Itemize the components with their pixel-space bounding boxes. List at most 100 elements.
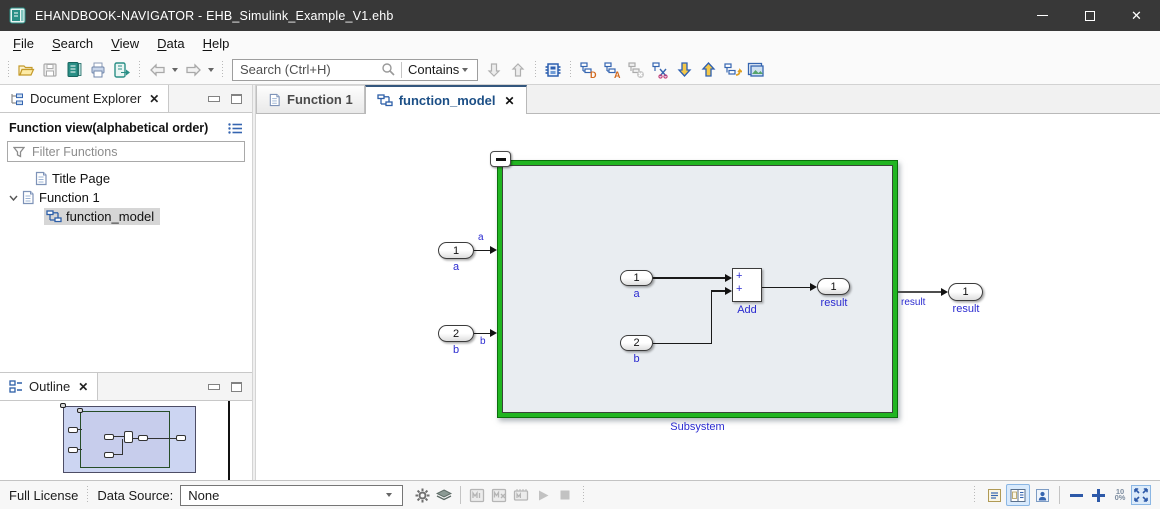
maximize-button[interactable]: [1066, 0, 1113, 31]
cut-branch-button[interactable]: [648, 58, 672, 82]
nav-forward-button[interactable]: [181, 58, 205, 82]
outline-title: Outline: [29, 379, 70, 394]
person-view-button[interactable]: [1030, 484, 1054, 506]
dataset-button[interactable]: [433, 484, 455, 506]
close-icon[interactable]: ✕: [78, 380, 88, 394]
next-match-button[interactable]: [482, 58, 506, 82]
collapse-all-button[interactable]: [624, 58, 648, 82]
signal-wire: [653, 277, 726, 279]
outline-thumbnail[interactable]: [0, 401, 252, 480]
zoom-out-button[interactable]: [1065, 484, 1087, 506]
tab-function-model[interactable]: function_model ✕: [365, 85, 527, 114]
split-view-button[interactable]: [1006, 484, 1030, 506]
tree-item-title-page[interactable]: Title Page: [0, 169, 252, 188]
print-button[interactable]: [86, 58, 110, 82]
inner-outport-block-result[interactable]: 1: [817, 278, 850, 295]
export-button[interactable]: [110, 58, 134, 82]
close-icon[interactable]: ✕: [149, 92, 159, 106]
open-icon: [17, 61, 35, 79]
diagram-canvas[interactable]: Subsystem 1 a a 2 b b 1 a 2: [256, 114, 1160, 480]
stop-button[interactable]: [554, 484, 576, 506]
tab-outline[interactable]: Outline ✕: [0, 373, 98, 400]
ram-button[interactable]: [510, 484, 532, 506]
outport-block-result[interactable]: 1: [948, 283, 983, 301]
license-status: Full License: [9, 488, 78, 503]
collapse-subsystem-button[interactable]: [490, 151, 511, 167]
selected-row-highlight: function_model: [44, 208, 160, 225]
thumbnail-viewport-edge: [228, 401, 230, 480]
go-down-button[interactable]: [672, 58, 696, 82]
prev-match-button[interactable]: [506, 58, 530, 82]
minimize-panel-icon[interactable]: [209, 97, 219, 101]
filter-functions-input[interactable]: [30, 144, 239, 160]
thumbnail-wire: [78, 429, 82, 430]
fit-view-button[interactable]: [1131, 485, 1151, 505]
close-icon[interactable]: ✕: [505, 94, 515, 108]
play-button[interactable]: [532, 484, 554, 506]
handbook-button[interactable]: [62, 58, 86, 82]
thumbnail-collapse-icon: [77, 408, 83, 413]
search-input[interactable]: [233, 62, 381, 77]
inport-block-b[interactable]: 2: [438, 325, 474, 342]
expand-all-button[interactable]: A: [600, 58, 624, 82]
maximize-panel-icon[interactable]: [231, 94, 242, 104]
arrowhead-icon: [810, 283, 817, 291]
statusbar-grip: [582, 486, 585, 504]
go-down-icon: [677, 61, 692, 78]
tab-function-1[interactable]: Function 1: [256, 85, 365, 113]
go-up-button[interactable]: [696, 58, 720, 82]
maximize-panel-icon[interactable]: [231, 382, 242, 392]
split-view-icon: [1010, 488, 1026, 503]
nav-forward-dropdown-icon[interactable]: [208, 68, 214, 72]
expand-default-button[interactable]: D: [576, 58, 600, 82]
minimize-button[interactable]: [1019, 0, 1066, 31]
left-column: Document Explorer ✕ Function view(alphab…: [0, 85, 252, 480]
menu-help[interactable]: Help: [194, 33, 239, 54]
menu-search[interactable]: Search: [43, 33, 102, 54]
calibration-remove-button[interactable]: [488, 484, 510, 506]
print-icon: [89, 61, 107, 79]
menu-view[interactable]: View: [102, 33, 148, 54]
document-explorer-panel: Document Explorer ✕ Function view(alphab…: [0, 85, 252, 372]
cut-branch-icon: [651, 61, 670, 79]
screenshot-button[interactable]: [744, 58, 768, 82]
minimize-panel-icon[interactable]: [209, 385, 219, 389]
data-settings-button[interactable]: [411, 484, 433, 506]
close-button[interactable]: ✕: [1113, 0, 1160, 31]
page-view-icon: [987, 488, 1002, 503]
toolbar-grip: [7, 61, 10, 79]
data-source-select[interactable]: None: [180, 485, 403, 506]
prev-match-icon: [511, 62, 525, 78]
tab-document-explorer[interactable]: Document Explorer ✕: [0, 85, 169, 112]
contains-dropdown[interactable]: Contains: [402, 60, 477, 80]
open-button[interactable]: [14, 58, 38, 82]
signal-wire: [898, 291, 942, 293]
menu-data[interactable]: Data: [148, 33, 193, 54]
window-title: EHANDBOOK-NAVIGATOR - EHB_Simulink_Examp…: [35, 9, 394, 23]
screenshot-icon: [747, 62, 765, 78]
model-view-button[interactable]: [541, 58, 565, 82]
thumbnail-block: [104, 434, 114, 440]
save-button[interactable]: [38, 58, 62, 82]
outline-panel: Outline ✕: [0, 372, 252, 480]
go-top-button[interactable]: [720, 58, 744, 82]
nav-back-dropdown-icon[interactable]: [172, 68, 178, 72]
tree-item-function-1[interactable]: Function 1: [0, 188, 252, 207]
nav-back-button[interactable]: [145, 58, 169, 82]
calibration-button[interactable]: [466, 484, 488, 506]
inner-inport-block-a[interactable]: 1: [620, 270, 653, 286]
chevron-expanded-icon[interactable]: [9, 195, 18, 201]
app-window: EHANDBOOK-NAVIGATOR - EHB_Simulink_Examp…: [0, 0, 1160, 509]
zoom-100-button[interactable]: 100%: [1109, 484, 1131, 506]
page-view-button[interactable]: [982, 484, 1006, 506]
inport-block-a[interactable]: 1: [438, 242, 474, 259]
add-block[interactable]: + +: [732, 268, 762, 302]
tree-item-function-model[interactable]: function_model: [0, 207, 252, 226]
collapse-all-icon: [627, 61, 646, 79]
view-title-row: Function view(alphabetical order): [0, 113, 252, 140]
view-menu-icon[interactable]: [227, 122, 243, 135]
inner-inport-block-b[interactable]: 2: [620, 335, 653, 351]
zoom-in-button[interactable]: [1087, 484, 1109, 506]
menu-file[interactable]: File: [4, 33, 43, 54]
stop-icon: [559, 489, 571, 501]
